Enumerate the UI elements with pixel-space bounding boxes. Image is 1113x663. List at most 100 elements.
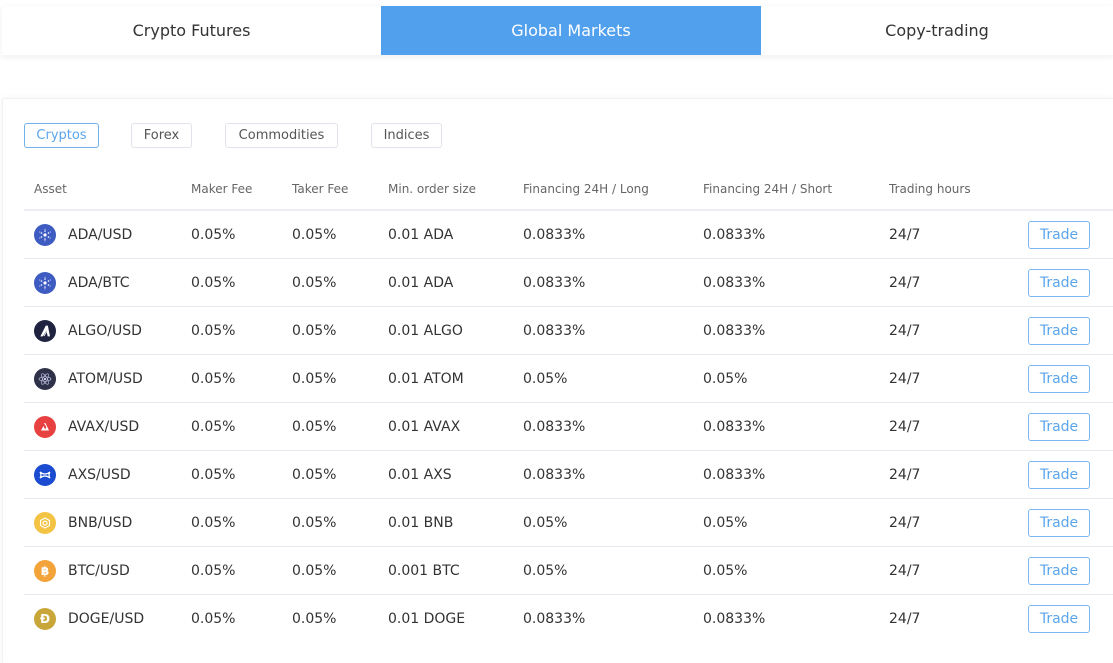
- filter-commodities[interactable]: Commodities: [225, 123, 338, 148]
- asset-name: BNB/USD: [68, 514, 133, 531]
- maker-fee: 0.05%: [191, 274, 236, 291]
- trade-button[interactable]: Trade: [1028, 316, 1090, 345]
- asset-cell: ADA/BTC: [24, 271, 191, 294]
- trade-button[interactable]: Trade: [1028, 556, 1090, 585]
- min-order-size: 0.01 ADA: [388, 226, 454, 243]
- table-row: ALGO/USD 0.05% 0.05% 0.01 ALGO 0.0833% 0…: [24, 307, 1113, 355]
- asset-cell: ALGO/USD: [24, 319, 191, 342]
- financing-long: 0.0833%: [523, 418, 586, 435]
- trading-hours: 24/7: [889, 514, 921, 531]
- asset-cell: ฿ BTC/USD: [24, 559, 191, 582]
- action-cell: Trade: [1017, 605, 1113, 633]
- min-order-size: 0.01 ADA: [388, 274, 454, 291]
- asset-name: BTC/USD: [68, 562, 130, 579]
- axie-icon: [34, 463, 56, 486]
- header-min-order-size: Min. order size: [388, 182, 477, 196]
- financing-long: 0.0833%: [523, 274, 586, 291]
- taker-fee: 0.05%: [292, 611, 337, 627]
- financing-short: 0.05%: [703, 370, 748, 387]
- asset-cell: AXS/USD: [24, 463, 191, 486]
- trading-hours: 24/7: [889, 562, 921, 579]
- financing-short: 0.05%: [703, 514, 748, 531]
- table-header: Asset Maker Fee Taker Fee Min. order siz…: [24, 169, 1113, 211]
- trading-hours: 24/7: [889, 322, 921, 339]
- asset-name: AXS/USD: [68, 466, 131, 483]
- maker-fee: 0.05%: [191, 226, 236, 243]
- markets-table: Asset Maker Fee Taker Fee Min. order siz…: [24, 169, 1113, 643]
- trading-hours: 24/7: [889, 466, 921, 483]
- filter-indices[interactable]: Indices: [371, 123, 442, 148]
- trading-hours: 24/7: [889, 226, 921, 243]
- financing-short: 0.0833%: [703, 418, 766, 435]
- tab-copy-trading[interactable]: Copy-trading: [761, 6, 1113, 55]
- min-order-size: 0.01 BNB: [388, 514, 454, 531]
- maker-fee: 0.05%: [191, 370, 236, 387]
- table-row: ADA/BTC 0.05% 0.05% 0.01 ADA 0.0833% 0.0…: [24, 259, 1113, 307]
- tab-global-markets[interactable]: Global Markets: [381, 6, 761, 55]
- min-order-size: 0.01 ALGO: [388, 322, 463, 339]
- financing-long: 0.05%: [523, 370, 568, 387]
- financing-short: 0.0833%: [703, 466, 766, 483]
- trade-button[interactable]: Trade: [1028, 412, 1090, 441]
- financing-short: 0.05%: [703, 562, 748, 579]
- table-body: ADA/USD 0.05% 0.05% 0.01 ADA 0.0833% 0.0…: [24, 211, 1113, 643]
- financing-short: 0.0833%: [703, 611, 766, 627]
- action-cell: Trade: [1017, 460, 1113, 489]
- taker-fee: 0.05%: [292, 466, 337, 483]
- action-cell: Trade: [1017, 268, 1113, 297]
- financing-long: 0.05%: [523, 562, 568, 579]
- maker-fee: 0.05%: [191, 562, 236, 579]
- action-cell: Trade: [1017, 556, 1113, 585]
- asset-cell: ADA/USD: [24, 223, 191, 246]
- min-order-size: 0.001 BTC: [388, 562, 460, 579]
- taker-fee: 0.05%: [292, 418, 337, 435]
- trade-button[interactable]: Trade: [1028, 460, 1090, 489]
- financing-short: 0.0833%: [703, 274, 766, 291]
- maker-fee: 0.05%: [191, 514, 236, 531]
- header-financing-short: Financing 24H / Short: [703, 182, 833, 196]
- trading-hours: 24/7: [889, 370, 921, 387]
- action-cell: Trade: [1017, 364, 1113, 393]
- cardano-icon: [34, 223, 56, 246]
- trading-hours: 24/7: [889, 274, 921, 291]
- header-taker-fee: Taker Fee: [292, 182, 349, 196]
- asset-cell: AVAX/USD: [24, 415, 191, 438]
- table-row: ADA/USD 0.05% 0.05% 0.01 ADA 0.0833% 0.0…: [24, 211, 1113, 259]
- asset-name: ADA/USD: [68, 226, 133, 243]
- trade-button[interactable]: Trade: [1028, 220, 1090, 249]
- algorand-icon: [34, 319, 56, 342]
- tab-crypto-futures[interactable]: Crypto Futures: [2, 6, 381, 55]
- header-asset: Asset: [34, 182, 67, 196]
- trade-button[interactable]: Trade: [1028, 508, 1090, 537]
- financing-long: 0.05%: [523, 514, 568, 531]
- taker-fee: 0.05%: [292, 274, 337, 291]
- table-row: AXS/USD 0.05% 0.05% 0.01 AXS 0.0833% 0.0…: [24, 451, 1113, 499]
- trade-button[interactable]: Trade: [1028, 364, 1090, 393]
- min-order-size: 0.01 AXS: [388, 466, 452, 483]
- trade-button[interactable]: Trade: [1028, 605, 1090, 633]
- trade-button[interactable]: Trade: [1028, 268, 1090, 297]
- avalanche-icon: [34, 415, 56, 438]
- cardano-icon: [34, 271, 56, 294]
- taker-fee: 0.05%: [292, 514, 337, 531]
- asset-cell: BNB/USD: [24, 511, 191, 534]
- financing-long: 0.0833%: [523, 322, 586, 339]
- filter-cryptos[interactable]: Cryptos: [24, 123, 99, 148]
- financing-long: 0.0833%: [523, 226, 586, 243]
- action-cell: Trade: [1017, 508, 1113, 537]
- cosmos-icon: [34, 367, 56, 390]
- header-trading-hours: Trading hours: [889, 182, 971, 196]
- trading-hours: 24/7: [889, 611, 921, 627]
- dogecoin-icon: Đ: [34, 608, 56, 630]
- filter-forex[interactable]: Forex: [131, 123, 192, 148]
- table-row: ฿ BTC/USD 0.05% 0.05% 0.001 BTC 0.05% 0.…: [24, 547, 1113, 595]
- financing-long: 0.0833%: [523, 466, 586, 483]
- header-financing-long: Financing 24H / Long: [523, 182, 649, 196]
- min-order-size: 0.01 ATOM: [388, 370, 464, 387]
- asset-name: DOGE/USD: [68, 611, 145, 627]
- asset-name: AVAX/USD: [68, 418, 140, 435]
- table-row: ATOM/USD 0.05% 0.05% 0.01 ATOM 0.05% 0.0…: [24, 355, 1113, 403]
- taker-fee: 0.05%: [292, 226, 337, 243]
- maker-fee: 0.05%: [191, 418, 236, 435]
- financing-short: 0.0833%: [703, 322, 766, 339]
